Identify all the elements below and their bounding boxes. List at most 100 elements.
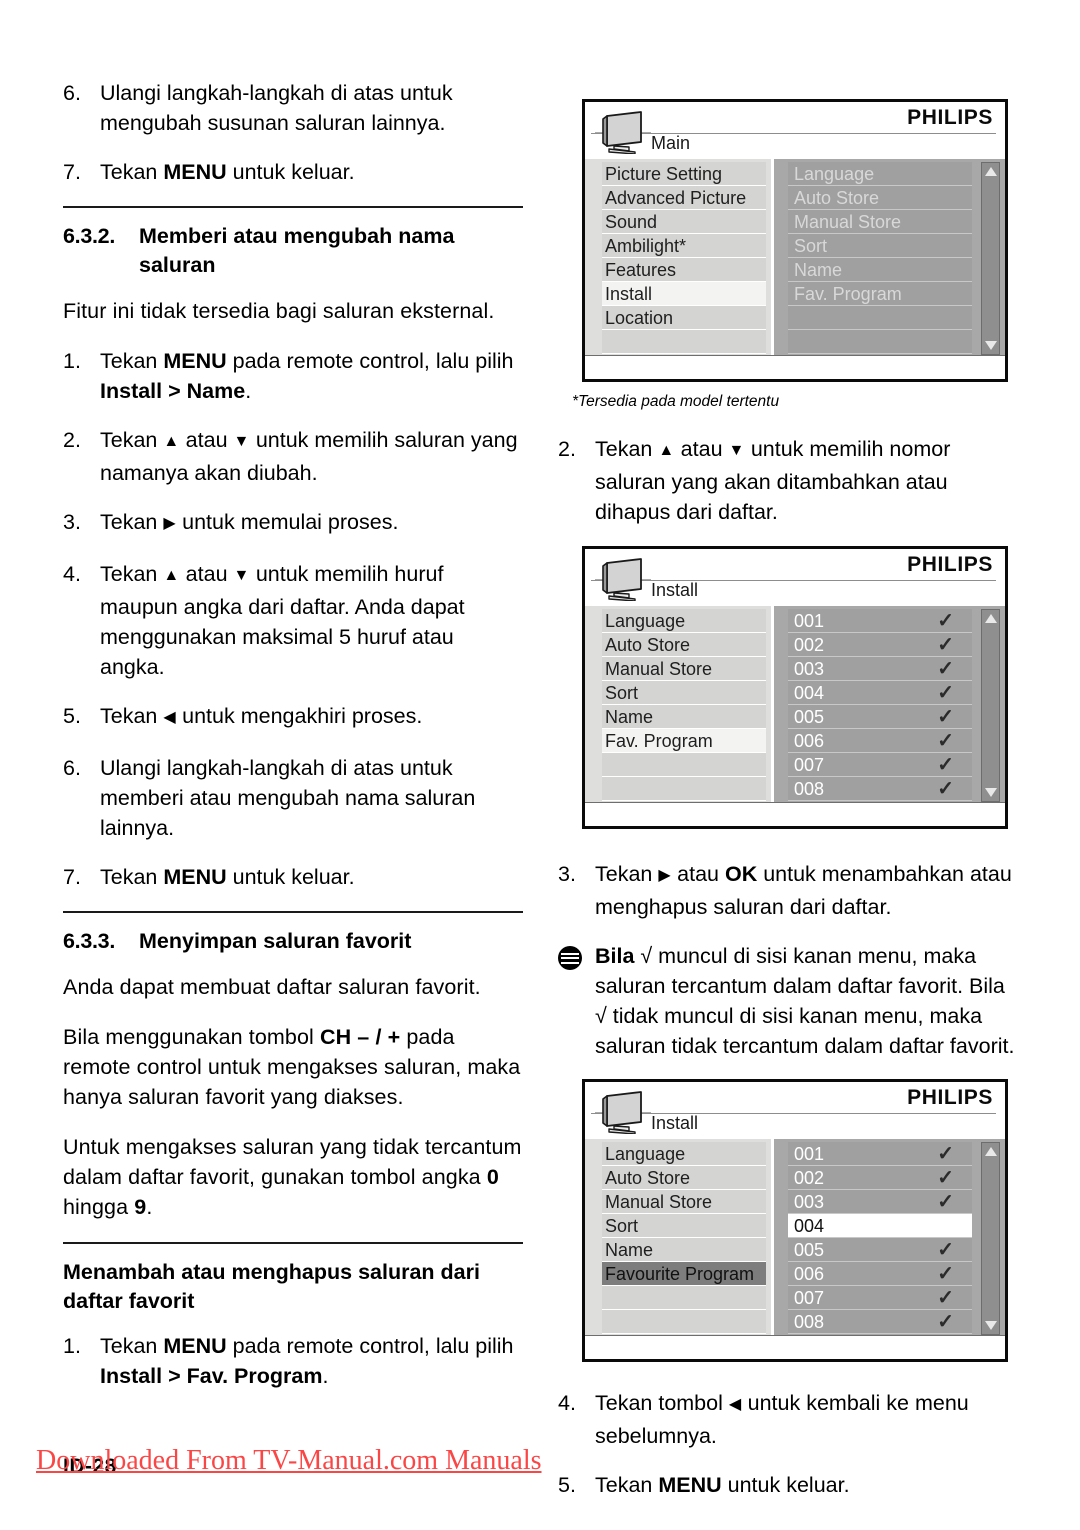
section-divider xyxy=(63,911,523,913)
tv-icon xyxy=(595,558,651,601)
menu-item[interactable]: Features xyxy=(602,258,766,282)
checkmark-icon: ✓ xyxy=(937,778,954,800)
submenu-item[interactable]: Name xyxy=(788,258,972,282)
menu-item[interactable]: Language xyxy=(602,609,766,633)
scroll-up-icon[interactable] xyxy=(985,614,997,623)
list-number: 4. xyxy=(558,1391,576,1415)
channel-row[interactable]: 008 ✓ xyxy=(788,777,972,801)
scroll-up-icon[interactable] xyxy=(985,167,997,176)
list-number: 3. xyxy=(558,862,576,886)
arrow-up-icon: ▲ xyxy=(163,433,180,450)
channel-number: 005 xyxy=(794,1240,825,1260)
list-item: 6. Ulangi langkah-langkah di atas untuk … xyxy=(63,753,523,843)
osd-header: Install PHILIPS xyxy=(585,1082,1005,1139)
channel-row[interactable]: 004 ✓ xyxy=(788,681,972,705)
channel-row[interactable]: 007 ✓ xyxy=(788,753,972,777)
scroll-down-icon[interactable] xyxy=(985,788,997,797)
osd-menu-install-favprogram[interactable]: Install PHILIPS Language Auto Store Manu… xyxy=(582,546,1008,829)
list-item: 5. Tekan ◀ untuk mengakhiri proses. xyxy=(63,701,523,734)
menu-item-selected[interactable]: Fav. Program xyxy=(602,729,766,753)
section-number: 6.3.3. xyxy=(63,929,115,953)
checkmark-icon: ✓ xyxy=(937,1263,954,1285)
channel-row[interactable]: 008 ✓ xyxy=(788,1310,972,1334)
menu-item[interactable]: Advanced Picture xyxy=(602,186,766,210)
list-number: 1. xyxy=(63,349,81,373)
checkmark-icon: ✓ xyxy=(937,1311,954,1333)
menu-item[interactable]: Ambilight* xyxy=(602,234,766,258)
channel-row[interactable]: 002 ✓ xyxy=(788,633,972,657)
scroll-down-icon[interactable] xyxy=(985,341,997,350)
submenu-item[interactable]: Language xyxy=(788,162,972,186)
left-column: 6. Ulangi langkah-langkah di atas untuk … xyxy=(63,78,523,1410)
channel-row-selected[interactable]: 004 xyxy=(788,1214,972,1238)
scrollbar[interactable] xyxy=(981,609,1000,802)
channel-number: 008 xyxy=(794,1312,825,1332)
menu-item-empty xyxy=(602,753,766,777)
submenu-item[interactable]: Fav. Program xyxy=(788,282,972,306)
list-item: 7. Tekan MENU untuk keluar. xyxy=(63,862,523,892)
osd-title: Install xyxy=(651,580,699,600)
scroll-down-icon[interactable] xyxy=(985,1321,997,1330)
channel-row[interactable]: 006 ✓ xyxy=(788,729,972,753)
menu-item[interactable]: Name xyxy=(602,705,766,729)
channel-row[interactable]: 003 ✓ xyxy=(788,657,972,681)
list-item: 1. Tekan MENU pada remote control, lalu … xyxy=(63,1331,523,1391)
channel-row[interactable]: 003 ✓ xyxy=(788,1190,972,1214)
scrollbar[interactable] xyxy=(981,162,1000,355)
menu-item[interactable]: Language xyxy=(602,1142,766,1166)
menu-item[interactable]: Picture Setting xyxy=(602,162,766,186)
section-divider xyxy=(63,206,523,208)
section-title: Menyimpan saluran favorit xyxy=(139,929,412,953)
channel-number: 004 xyxy=(794,683,825,703)
checkmark-icon: ✓ xyxy=(937,610,954,632)
manual-page: 6. Ulangi langkah-langkah di atas untuk … xyxy=(0,0,1080,1530)
menu-item[interactable]: Auto Store xyxy=(602,1166,766,1190)
menu-item[interactable]: Location xyxy=(602,306,766,330)
channel-row[interactable]: 007 ✓ xyxy=(788,1286,972,1310)
channel-row[interactable]: 005 ✓ xyxy=(788,705,972,729)
tv-icon xyxy=(595,1091,651,1134)
menu-item[interactable]: Sound xyxy=(602,210,766,234)
philips-logo: PHILIPS xyxy=(907,1086,993,1109)
list-text: Tekan tombol ◀ untuk kembali ke menu seb… xyxy=(595,1391,969,1448)
list-text: Ulangi langkah-langkah di atas untuk mem… xyxy=(100,756,476,840)
menu-item[interactable]: Name xyxy=(602,1238,766,1262)
channel-row[interactable]: 002 ✓ xyxy=(788,1166,972,1190)
arrow-up-icon: ▲ xyxy=(658,442,675,459)
checkmark-icon: ✓ xyxy=(937,1143,954,1165)
list-item: 3. Tekan ▶ untuk memulai proses. xyxy=(63,507,523,540)
menu-item-selected[interactable]: Favourite Program xyxy=(602,1262,766,1286)
channel-row[interactable]: 005 ✓ xyxy=(788,1238,972,1262)
osd-right-list: Language Auto Store Manual Store Sort Na… xyxy=(774,159,1005,355)
menu-item-empty xyxy=(602,1310,766,1334)
channel-number: 007 xyxy=(794,755,825,775)
arrow-left-icon: ◀ xyxy=(163,709,177,726)
osd-left-list: Picture Setting Advanced Picture Sound A… xyxy=(585,159,771,355)
section-title: Memberi atau mengubah nama saluran xyxy=(139,224,455,277)
list-item: 3. Tekan ▶ atau OK untuk menambahkan ata… xyxy=(558,859,1020,922)
channel-row[interactable]: 001 ✓ xyxy=(788,609,972,633)
menu-item[interactable]: Manual Store xyxy=(602,657,766,681)
scroll-up-icon[interactable] xyxy=(985,1147,997,1156)
submenu-item[interactable]: Auto Store xyxy=(788,186,972,210)
channel-number: 008 xyxy=(794,779,825,799)
channel-row[interactable]: 006 ✓ xyxy=(788,1262,972,1286)
scrollbar[interactable] xyxy=(981,1142,1000,1335)
subsection-heading-favorit: Menambah atau menghapus saluran dari daf… xyxy=(63,1260,480,1313)
menu-item-selected[interactable]: Install xyxy=(602,282,766,306)
list-item: 1. Tekan MENU pada remote control, lalu … xyxy=(63,346,523,406)
menu-item[interactable]: Sort xyxy=(602,1214,766,1238)
paragraph: Bila menggunakan tombol CH – / + pada re… xyxy=(63,1025,521,1109)
list-item: 2. Tekan ▲ atau ▼ untuk memilih nomor sa… xyxy=(558,434,1020,527)
menu-item[interactable]: Sort xyxy=(602,681,766,705)
osd-menu-main[interactable]: Main PHILIPS Picture Setting Advanced Pi… xyxy=(582,99,1008,382)
checkmark-icon: ✓ xyxy=(937,658,954,680)
submenu-item[interactable]: Manual Store xyxy=(788,210,972,234)
channel-row[interactable]: 001 ✓ xyxy=(788,1142,972,1166)
osd-title: Install xyxy=(651,1113,699,1133)
channel-number: 005 xyxy=(794,707,825,727)
osd-menu-install-favourite[interactable]: Install PHILIPS Language Auto Store Manu… xyxy=(582,1079,1008,1362)
menu-item[interactable]: Manual Store xyxy=(602,1190,766,1214)
menu-item[interactable]: Auto Store xyxy=(602,633,766,657)
submenu-item[interactable]: Sort xyxy=(788,234,972,258)
